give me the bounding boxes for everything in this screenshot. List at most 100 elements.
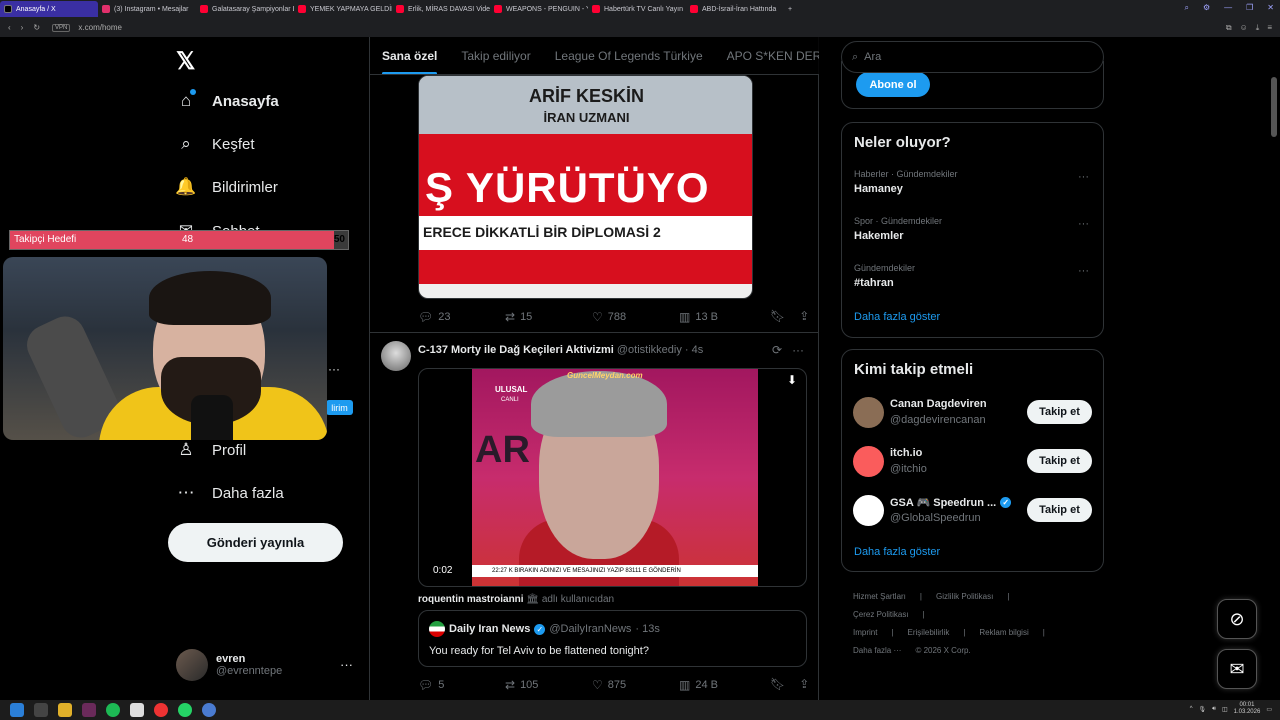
notification-icon[interactable]: ▭ (1266, 706, 1272, 713)
search-input[interactable]: Ara (864, 51, 881, 63)
footer-link[interactable]: Gizlilik Politikası (936, 592, 993, 601)
grok-button[interactable]: ⊘ (1217, 599, 1257, 639)
like-button[interactable]: ♡ 875 (592, 678, 679, 692)
grok-icon[interactable]: ⟳ (772, 343, 782, 357)
minimize-icon[interactable]: — (1224, 3, 1232, 13)
post-button[interactable]: Gönderi yayınla (168, 523, 343, 562)
suggestion-name[interactable]: Canan Dagdeviren (890, 398, 987, 410)
quoted-tweet[interactable]: Daily Iran News ✓ @DailyIranNews · 13s Y… (418, 610, 807, 667)
volume-icon[interactable]: 🔊︎ (1212, 706, 1216, 713)
repost-button[interactable]: ⇄ 15 (505, 310, 592, 324)
trend-more-icon[interactable]: ··· (1078, 171, 1089, 183)
avatar[interactable] (381, 341, 411, 371)
reload-icon[interactable]: ↻ (33, 23, 40, 32)
trend-more-icon[interactable]: ··· (1078, 265, 1089, 277)
browser-tab[interactable]: Anasayfa / X (0, 1, 98, 17)
task-view-icon[interactable] (34, 703, 48, 717)
repost-button[interactable]: ⇄ 105 (505, 678, 592, 692)
footer-link[interactable]: Erişilebilirlik (908, 628, 950, 637)
bookmark-icon[interactable]: 🔖︎ (770, 309, 785, 323)
steam-icon[interactable] (202, 703, 216, 717)
footer-link[interactable]: Hizmet Şartları (853, 592, 906, 601)
follow-button[interactable]: Takip et (1027, 400, 1092, 424)
subscribe-button[interactable]: Abone ol (856, 72, 930, 97)
tweet-time[interactable]: · 4s (685, 344, 703, 356)
menu-icon[interactable]: ≡ (1267, 23, 1272, 33)
settings-icon[interactable]: ⚙ (1203, 3, 1210, 13)
vpn-badge[interactable]: VPN (52, 23, 71, 32)
notion-icon[interactable] (130, 703, 144, 717)
follow-button[interactable]: Takip et (1027, 449, 1092, 473)
follow-button[interactable]: Takip et (1027, 498, 1092, 522)
browser-tab[interactable]: YEMEK YAPMAYA GELDİM (294, 1, 392, 17)
profile-icon[interactable]: ☺ (1240, 23, 1248, 33)
suggestion-name[interactable]: GSA 🎮 Speedrun ... ✓ (890, 496, 1012, 509)
tweet-more-icon[interactable]: ··· (792, 343, 804, 357)
obs-icon[interactable] (154, 703, 168, 717)
restore-icon[interactable]: ❐ (1246, 3, 1253, 13)
footer-link[interactable]: Reklam bilgisi (979, 628, 1028, 637)
timeline-tab[interactable]: APO S*KEN DERNEĞİ (715, 37, 819, 74)
browser-tab[interactable]: (3) Instagram • Mesajlar (98, 1, 196, 17)
download-icon[interactable]: ⬇ (787, 373, 797, 387)
bookmark-icon[interactable]: 🔖︎ (770, 677, 785, 691)
account-more-icon[interactable]: ··· (340, 657, 353, 672)
browser-tab[interactable]: Galatasaray Şampiyonlar Ligi (196, 1, 294, 17)
tweet-video[interactable]: AR ULUSAL CANLI GuncelMeydan.com 22:27 K… (418, 368, 807, 587)
footer-link[interactable]: Çerez Politikası (853, 610, 909, 619)
messages-button[interactable]: ✉ (1217, 649, 1257, 689)
who-show-more[interactable]: Daha fazla göster (854, 546, 940, 558)
windows-start-icon[interactable] (10, 703, 24, 717)
tray-chevron-icon[interactable]: ^ (1190, 706, 1193, 712)
close-icon[interactable]: ✕ (1267, 3, 1274, 13)
avatar[interactable] (853, 397, 884, 428)
tweet-image[interactable]: ARİF KESKİN İRAN UZMANI Ş YÜRÜTÜYO ERECE… (418, 75, 753, 299)
spotify-icon[interactable] (106, 703, 120, 717)
trend-name[interactable]: Hakemler (854, 230, 904, 242)
scrollbar[interactable] (1271, 77, 1277, 137)
whatsapp-icon[interactable] (178, 703, 192, 717)
download-icon[interactable]: ⤓ (1256, 23, 1260, 33)
avatar[interactable] (853, 446, 884, 477)
extensions-icon[interactable]: ⧉ (1226, 23, 1232, 33)
footer-link[interactable]: © 2026 X Corp. (915, 646, 970, 655)
browser-tab[interactable]: WEAPONS - PENGUIN - Y (490, 1, 588, 17)
footer-link[interactable]: Daha fazla ··· (853, 646, 901, 655)
file-explorer-icon[interactable] (58, 703, 72, 717)
url-field[interactable]: x.com/home (78, 23, 122, 32)
timeline-tab[interactable]: Sana özel (370, 37, 449, 74)
search-box[interactable]: ⌕ Ara (841, 41, 1104, 73)
trend-name[interactable]: Hamaney (854, 183, 903, 195)
trend-more-icon[interactable]: ··· (1078, 218, 1089, 230)
nav-item-keşfet[interactable]: ⌕ Keşfet (176, 134, 254, 154)
author-handle[interactable]: @otistikkediy (617, 344, 682, 356)
trends-show-more[interactable]: Daha fazla göster (854, 311, 940, 323)
back-icon[interactable]: ‹ (8, 23, 11, 32)
share-icon[interactable]: ⇪ (799, 309, 809, 323)
nav-item-daha-fazla[interactable]: ⋯ Daha fazla (176, 483, 284, 503)
footer-link[interactable]: Imprint (853, 628, 877, 637)
author-name[interactable]: C-137 Morty ile Dağ Keçileri Aktivizmi (418, 344, 614, 356)
nav-item-profil[interactable]: ♙ Profil (176, 440, 246, 460)
reply-button[interactable]: 💬︎ 5 (418, 678, 505, 692)
views-button[interactable]: ▥ 24 B (679, 678, 766, 692)
new-tab-button[interactable]: + (784, 1, 798, 17)
social-context-name[interactable]: roquentin mastroianni (418, 594, 524, 605)
clock[interactable]: 00:01 1.03.2026 (1234, 702, 1261, 716)
trend-name[interactable]: #tahran (854, 277, 894, 289)
views-button[interactable]: ▥ 13 B (679, 310, 766, 324)
suggestion-name[interactable]: itch.io (890, 447, 922, 459)
timeline-tab[interactable]: Takip ediliyor (449, 37, 542, 74)
browser-tab[interactable]: Erlik, MİRAS DAVASI Video (392, 1, 490, 17)
network-icon[interactable]: ◫ (1222, 706, 1228, 713)
like-button[interactable]: ♡ 788 (592, 310, 679, 324)
browser-tab[interactable]: ABD-İsrail-İran Hattında (686, 1, 784, 17)
x-logo-icon[interactable]: 𝕏 (176, 47, 195, 76)
search-icon[interactable]: ⌕ (1184, 3, 1188, 13)
timeline-tab[interactable]: League Of Legends Türkiye (543, 37, 715, 74)
account-switcher[interactable]: evren @evrenntepe (176, 649, 282, 681)
mic-icon[interactable]: 🎙︎ (1199, 706, 1207, 713)
reply-button[interactable]: 💬︎ 23 (418, 310, 505, 324)
nav-item-bildirimler[interactable]: 🔔 Bildirimler (175, 177, 277, 197)
share-icon[interactable]: ⇪ (799, 677, 809, 691)
